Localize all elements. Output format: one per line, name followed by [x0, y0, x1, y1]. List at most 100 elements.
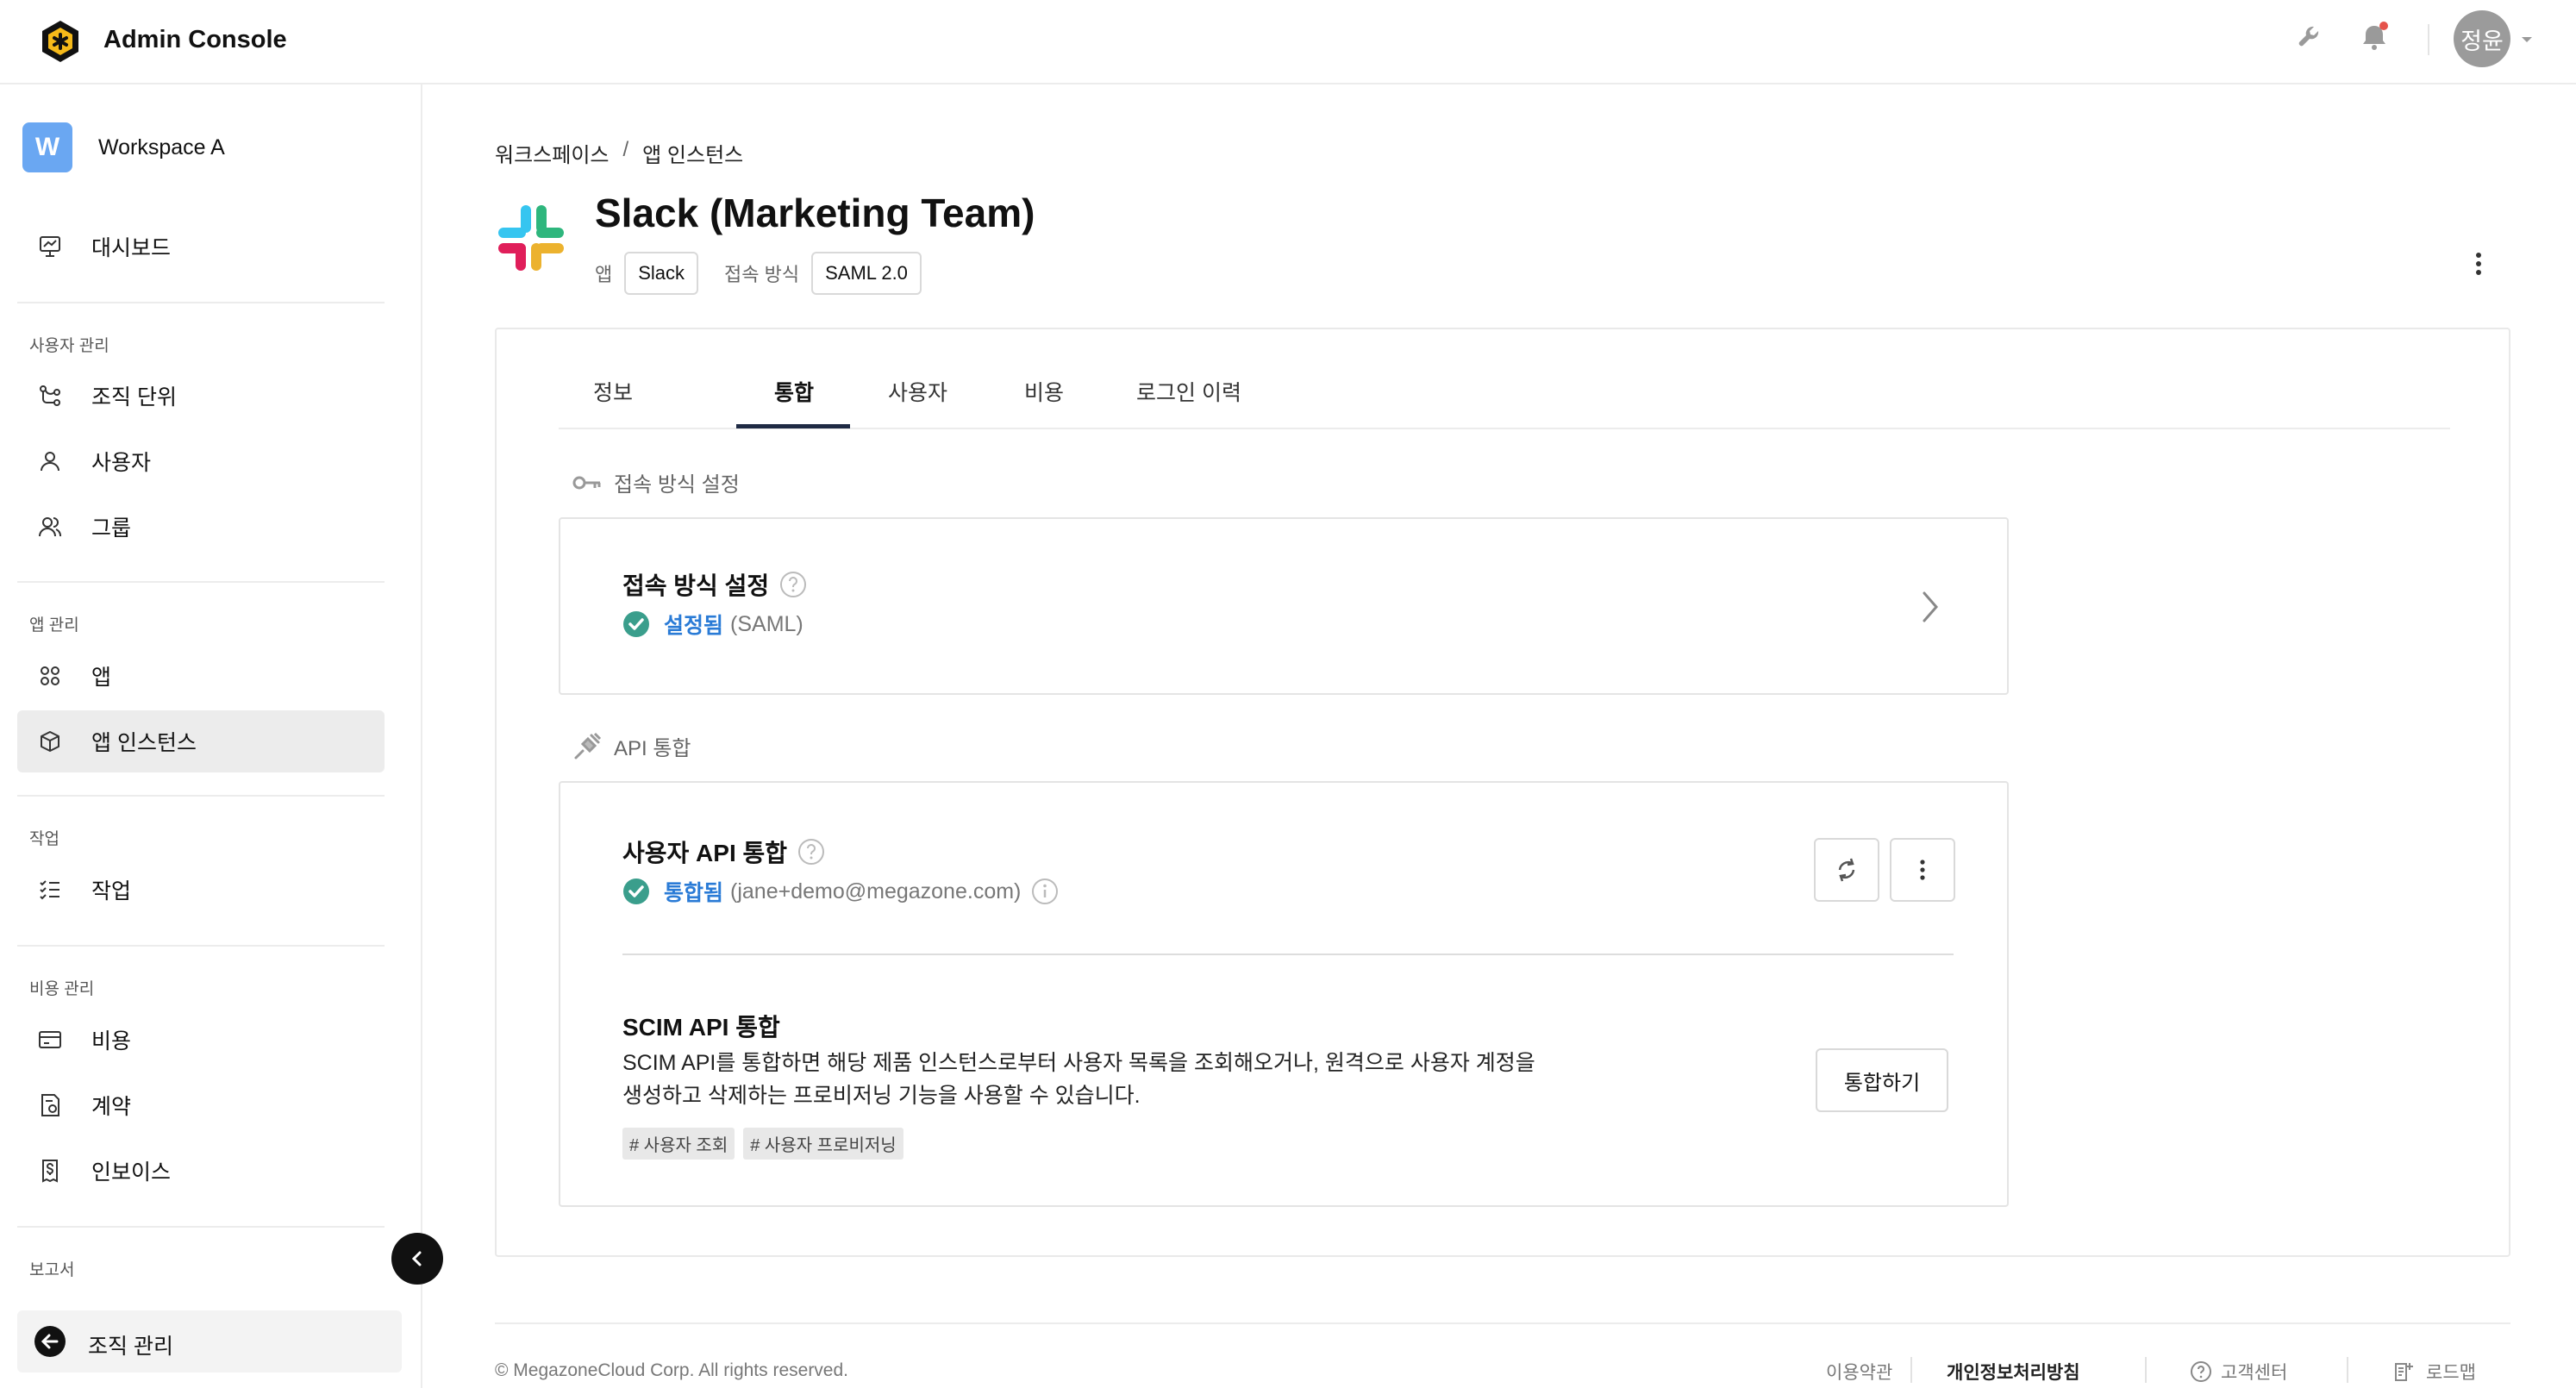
more-options-icon[interactable] — [2466, 247, 2492, 281]
access-method-label: 접속 방식 — [724, 264, 800, 285]
org-tree-icon — [40, 385, 60, 406]
tag: # 사용자 조회 — [622, 1128, 735, 1160]
item-title: 사용자 API 통합 — [622, 835, 825, 869]
tab-cost[interactable]: 비용 — [1024, 376, 1064, 407]
footer-link-label: 고객센터 — [2221, 1363, 2288, 1383]
section-title: API 통합 — [614, 737, 691, 760]
item-title: 접속 방식 설정 — [622, 567, 807, 602]
user-avatar[interactable]: 정윤 — [2454, 10, 2510, 67]
org-management-label: 조직 관리 — [88, 1335, 173, 1359]
scim-integrate-button[interactable]: 통합하기 — [1816, 1048, 1948, 1112]
sidebar-item-cost[interactable]: 비용 — [17, 1009, 385, 1071]
header-divider — [2428, 24, 2429, 55]
cube-icon — [41, 731, 59, 752]
scim-description-line: SCIM API를 통합하면 해당 제품 인스턴스로부터 사용자 목록을 조회해… — [622, 1051, 1535, 1075]
sidebar-item-label: 비용 — [91, 1029, 132, 1054]
app-title[interactable]: Admin Console — [103, 26, 287, 54]
sidebar-item-app-instances[interactable]: 앱 인스턴스 — [17, 710, 385, 772]
notification-bell-icon[interactable] — [2357, 20, 2392, 54]
footer-divider — [495, 1322, 2510, 1324]
sidebar-item-org-units[interactable]: 조직 단위 — [17, 365, 385, 427]
help-icon[interactable] — [797, 838, 825, 866]
help-icon[interactable] — [779, 571, 807, 598]
sidebar-item-groups[interactable]: 그룹 — [17, 496, 385, 558]
footer-link-privacy[interactable]: 개인정보처리방침 — [1947, 1359, 2080, 1385]
breadcrumb: 워크스페이스 / 앱 인스턴스 — [495, 138, 743, 168]
chevron-left-icon — [411, 1251, 422, 1266]
app-label: 앱 — [595, 264, 613, 285]
breadcrumb-app-instances[interactable]: 앱 인스턴스 — [642, 138, 743, 168]
footer-separator — [2145, 1357, 2147, 1383]
sidebar-item-label: 조직 단위 — [91, 385, 177, 410]
tab-users[interactable]: 사용자 — [888, 376, 947, 407]
status-label: 통합됨 — [664, 881, 724, 905]
sidebar-item-label: 계약 — [91, 1095, 132, 1119]
status-detail: (jane+demo@megazone.com) — [730, 878, 1022, 903]
access-method-title: 접속 방식 설정 — [622, 572, 770, 599]
page-title: Slack (Marketing Team) — [595, 191, 1035, 235]
tab-info[interactable]: 정보 — [593, 376, 633, 407]
sidebar: W Workspace A 대시보드 사용자 관리 조직 단위 사용자 그룹 앱… — [0, 84, 422, 1388]
scim-title: SCIM API 통합 — [622, 1014, 780, 1041]
contract-icon — [41, 1094, 59, 1116]
sidebar-item-dashboard[interactable]: 대시보드 — [17, 216, 385, 278]
workspace-switcher[interactable]: W Workspace A — [22, 122, 225, 172]
sidebar-divider — [17, 795, 385, 797]
slack-logo-icon — [495, 202, 567, 274]
scim-tags: # 사용자 조회 # 사용자 프로비저닝 — [622, 1128, 903, 1160]
key-icon — [572, 476, 601, 489]
user-api-status: 통합됨 (jane+demo@megazone.com) — [622, 876, 1059, 907]
user-api-title: 사용자 API 통합 — [622, 840, 788, 866]
sync-button[interactable] — [1814, 838, 1879, 902]
check-circle-icon — [623, 611, 649, 637]
sidebar-collapse-button[interactable] — [391, 1233, 443, 1285]
footer-separator — [2347, 1357, 2348, 1383]
sidebar-item-tasks[interactable]: 작업 — [17, 859, 385, 921]
org-management-button[interactable]: 조직 관리 — [17, 1310, 402, 1372]
chevron-right-icon[interactable] — [1917, 588, 1943, 626]
status-label: 설정됨 — [664, 614, 724, 638]
plug-icon — [574, 732, 602, 759]
sidebar-item-invoices[interactable]: 인보이스 — [17, 1140, 385, 1202]
apps-grid-icon — [41, 666, 59, 685]
sidebar-section-app-management: 앱 관리 — [29, 616, 79, 635]
check-circle-icon — [623, 878, 649, 904]
breadcrumb-separator: / — [622, 138, 629, 161]
active-tab-indicator — [736, 424, 850, 428]
top-header: Admin Console 정윤 — [0, 0, 2576, 84]
api-integration-box: 사용자 API 통합 통합됨 (jane+demo@megazone.com) … — [559, 781, 2009, 1207]
sidebar-section-cost-management: 비용 관리 — [29, 980, 95, 998]
help-icon — [2191, 1361, 2211, 1382]
dashboard-icon — [40, 236, 60, 257]
tag: # 사용자 프로비저닝 — [743, 1128, 903, 1160]
info-icon[interactable] — [1031, 878, 1059, 905]
footer-link-support[interactable]: 고객센터 — [2190, 1359, 2287, 1385]
section-title: 접속 방식 설정 — [614, 473, 740, 497]
footer-link-terms[interactable]: 이용약관 — [1826, 1359, 1892, 1385]
user-api-more-button[interactable] — [1890, 838, 1955, 902]
sidebar-item-apps[interactable]: 앱 — [17, 645, 385, 707]
sidebar-divider — [17, 945, 385, 947]
sidebar-item-contracts[interactable]: 계약 — [17, 1074, 385, 1136]
sidebar-item-label: 사용자 — [91, 451, 152, 475]
scim-description: SCIM API를 통합하면 해당 제품 인스턴스로부터 사용자 목록을 조회해… — [622, 1047, 1571, 1112]
api-section-header: API 통합 — [572, 731, 691, 761]
chevron-down-icon[interactable] — [2519, 34, 2535, 45]
workspace-name: Workspace A — [98, 134, 225, 159]
copyright: © MegazoneCloud Corp. All rights reserve… — [495, 1360, 849, 1380]
wrench-icon[interactable] — [2293, 20, 2328, 54]
sidebar-divider — [17, 1226, 385, 1228]
sidebar-item-users[interactable]: 사용자 — [17, 430, 385, 492]
footer-link-roadmap[interactable]: 로드맵 — [2392, 1359, 2476, 1385]
invoice-icon — [42, 1160, 58, 1183]
breadcrumb-workspace[interactable]: 워크스페이스 — [495, 138, 609, 168]
sidebar-section-reports: 보고서 — [29, 1261, 75, 1279]
item-title: SCIM API 통합 — [622, 1009, 780, 1043]
access-method-row[interactable]: 접속 방식 설정 설정됨 (SAML) — [559, 517, 2009, 695]
tab-login-history[interactable]: 로그인 이력 — [1136, 376, 1241, 407]
roadmap-icon — [2395, 1363, 2413, 1381]
sidebar-item-label: 인보이스 — [91, 1160, 172, 1185]
tab-integration[interactable]: 통합 — [774, 376, 814, 407]
sidebar-section-user-management: 사용자 관리 — [29, 337, 109, 355]
admin-console-logo-icon[interactable] — [38, 19, 83, 64]
